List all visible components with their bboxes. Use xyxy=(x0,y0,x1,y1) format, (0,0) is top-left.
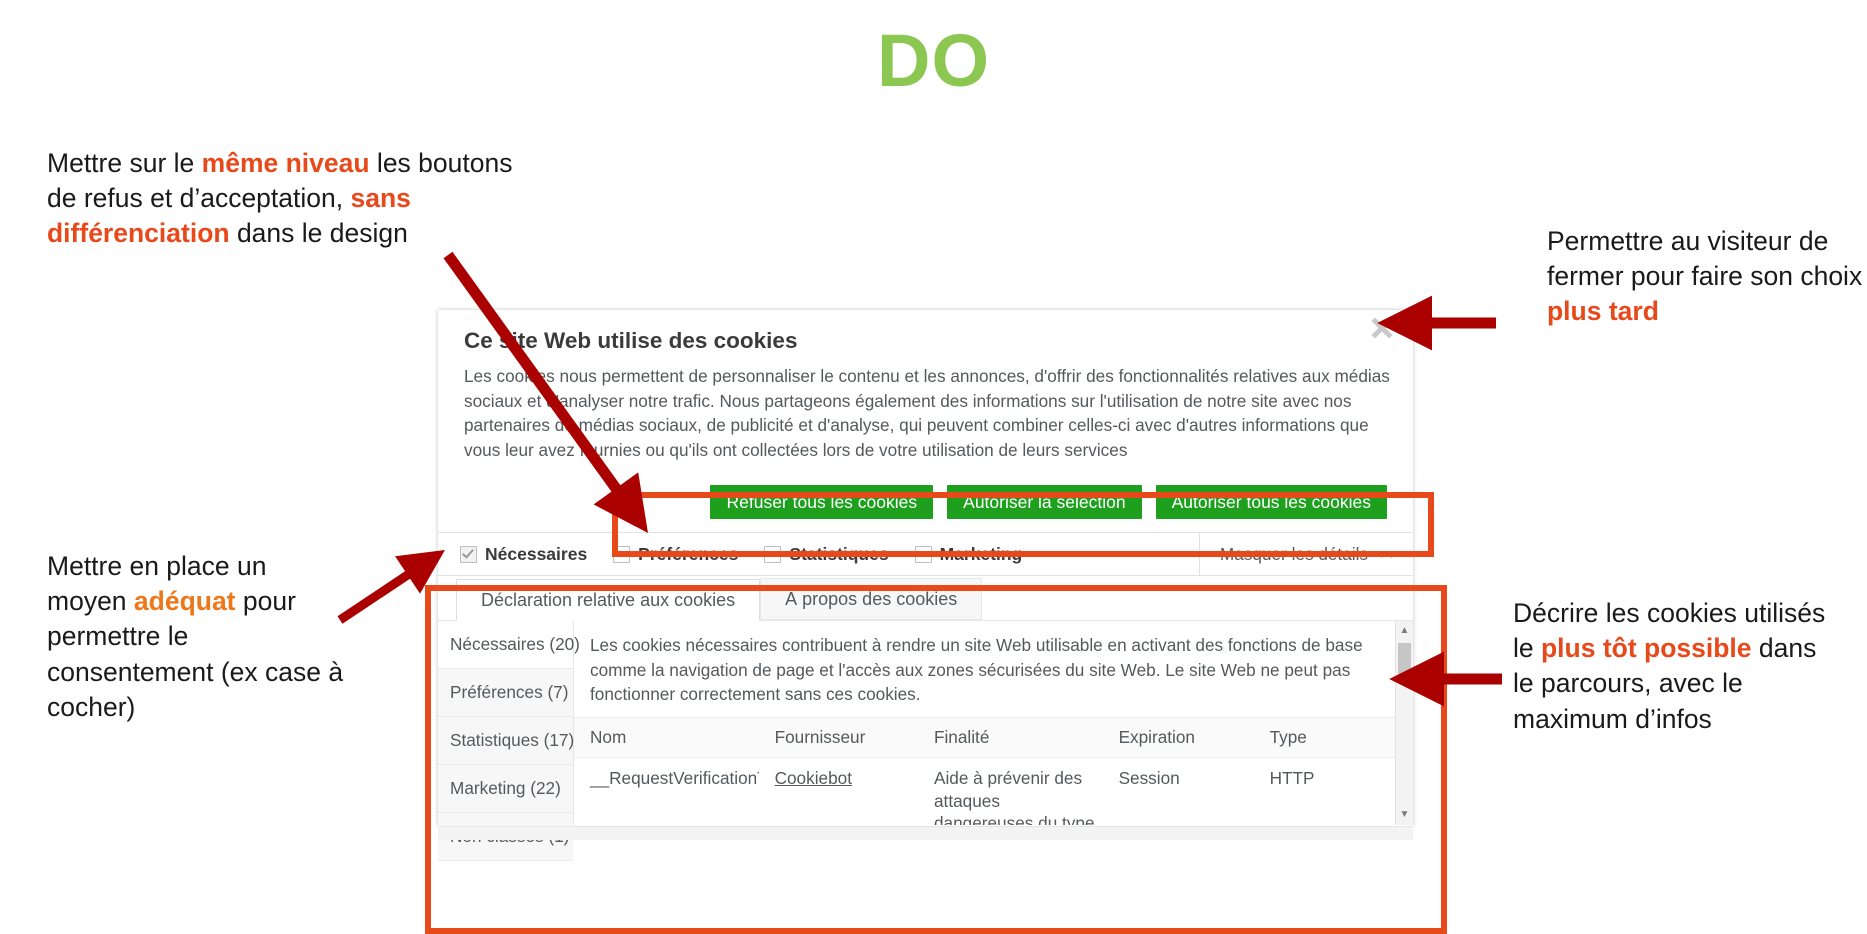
annotation-highlight: plus tôt possible xyxy=(1541,633,1752,664)
column-header-nom: Nom xyxy=(574,716,759,758)
banner-header: Ce site Web utilise des cookies Les cook… xyxy=(438,310,1413,466)
cookie-details-panel: Déclaration relative aux cookies À propo… xyxy=(438,575,1413,862)
category-marketing[interactable]: Marketing (22) xyxy=(438,765,573,814)
annotation-bottom-right: Décrire les cookies utilisés le plus tôt… xyxy=(1513,596,1843,737)
close-icon[interactable] xyxy=(1369,315,1395,341)
checkbox-necessary[interactable]: Nécessaires xyxy=(460,544,587,565)
details-tab-bar: Déclaration relative aux cookies À propo… xyxy=(438,576,1413,622)
horizontal-scrollbar[interactable] xyxy=(438,826,1413,841)
vertical-scrollbar[interactable]: ▲ ▼ xyxy=(1395,621,1413,826)
annotation-text: Mettre sur le xyxy=(47,148,202,178)
checkbox-preferences-label: Préférences xyxy=(638,543,739,564)
cookie-category-list: Nécessaires (20) Préférences (7) Statist… xyxy=(438,621,580,862)
chevron-up-icon xyxy=(1380,547,1393,562)
checkbox-statistics-box[interactable] xyxy=(764,545,782,563)
table-header-row: Nom Fournisseur Finalité Expiration Type xyxy=(574,716,1413,758)
cell-expiration: Session xyxy=(1118,767,1180,788)
category-necessary[interactable]: Nécessaires (20) xyxy=(438,621,580,670)
cell-nom: __RequestVerificationToken xyxy=(590,767,759,788)
checkbox-marketing-box[interactable] xyxy=(914,545,932,563)
annotation-top-right: Permettre au visiteur de fermer pour fai… xyxy=(1547,224,1867,330)
cookie-consent-banner: Ce site Web utilise des cookies Les cook… xyxy=(438,310,1413,862)
allow-all-cookies-button[interactable]: Autoriser tous les cookies xyxy=(1155,485,1387,520)
refuse-all-cookies-button[interactable]: Refuser tous les cookies xyxy=(710,485,934,520)
details-panel-body: Nécessaires (20) Préférences (7) Statist… xyxy=(438,620,1413,862)
cookie-category-content: Les cookies nécessaires contribuent à re… xyxy=(574,621,1413,826)
hide-details-label: Masquer les détails xyxy=(1219,543,1368,564)
provider-link[interactable]: Cookiebot xyxy=(775,768,852,788)
page-title: DO xyxy=(877,19,990,102)
tab-cookie-declaration[interactable]: Déclaration relative aux cookies xyxy=(456,579,761,622)
checkbox-statistics[interactable]: Statistiques xyxy=(764,543,889,565)
column-header-type: Type xyxy=(1253,716,1413,758)
checkbox-preferences-box[interactable] xyxy=(613,545,631,563)
tab-about-cookies[interactable]: À propos des cookies xyxy=(760,578,983,621)
annotation-text: dans le design xyxy=(229,218,408,249)
banner-description: Les cookies nous permettent de personnal… xyxy=(464,366,1390,460)
checkbox-necessary-label: Nécessaires xyxy=(485,543,588,564)
annotation-highlight: même niveau xyxy=(201,148,370,178)
annotation-highlight: adéquat xyxy=(133,586,236,617)
triangle-down-icon[interactable]: ▼ xyxy=(1396,807,1413,823)
annotation-top-left: Mettre sur le même niveau les boutons de… xyxy=(47,146,517,252)
checkbox-marketing[interactable]: Marketing xyxy=(914,543,1023,565)
column-header-expiration: Expiration xyxy=(1102,716,1254,758)
consent-category-checkbox-row: Nécessaires Préférences Statistiques Mar… xyxy=(438,532,1413,576)
consent-button-row: Refuser tous les cookies Autoriser la sé… xyxy=(438,484,1413,520)
banner-title: Ce site Web utilise des cookies xyxy=(464,328,798,353)
checkbox-preferences[interactable]: Préférences xyxy=(613,544,738,565)
annotation-highlight: plus tard xyxy=(1547,296,1659,327)
cell-finalite: Aide à prévenir des attaques dangereuses… xyxy=(933,767,1095,826)
annotation-text: Permettre au visiteur de fermer pour fai… xyxy=(1547,226,1863,292)
hide-details-toggle[interactable]: Masquer les détails xyxy=(1198,533,1413,576)
category-preferences[interactable]: Préférences (7) xyxy=(438,669,573,718)
cookie-table: Nom Fournisseur Finalité Expiration Type… xyxy=(574,716,1413,826)
category-description: Les cookies nécessaires contribuent à re… xyxy=(590,635,1363,705)
cell-fournisseur: Cookiebot xyxy=(759,757,918,825)
category-statistics[interactable]: Statistiques (17) xyxy=(438,717,574,766)
annotation-bottom-left: Mettre en place un moyen adéquat pour pe… xyxy=(47,549,347,725)
checkbox-necessary-box[interactable] xyxy=(460,545,477,563)
cell-type: HTTP xyxy=(1269,767,1315,788)
checkbox-marketing-label: Marketing xyxy=(939,543,1023,564)
slide-canvas: DO Mettre sur le même niveau les boutons… xyxy=(0,0,1867,934)
column-header-fournisseur: Fournisseur xyxy=(758,716,918,758)
scrollbar-thumb[interactable] xyxy=(1398,643,1411,677)
triangle-up-icon[interactable]: ▲ xyxy=(1396,623,1413,639)
table-row: __RequestVerificationToken Cookiebot Aid… xyxy=(574,757,1413,826)
checkbox-statistics-label: Statistiques xyxy=(789,543,889,564)
arrow-to-checkbox-row xyxy=(337,550,445,624)
allow-selection-button[interactable]: Autoriser la sélection xyxy=(947,485,1142,520)
column-header-finalite: Finalité xyxy=(917,716,1103,758)
